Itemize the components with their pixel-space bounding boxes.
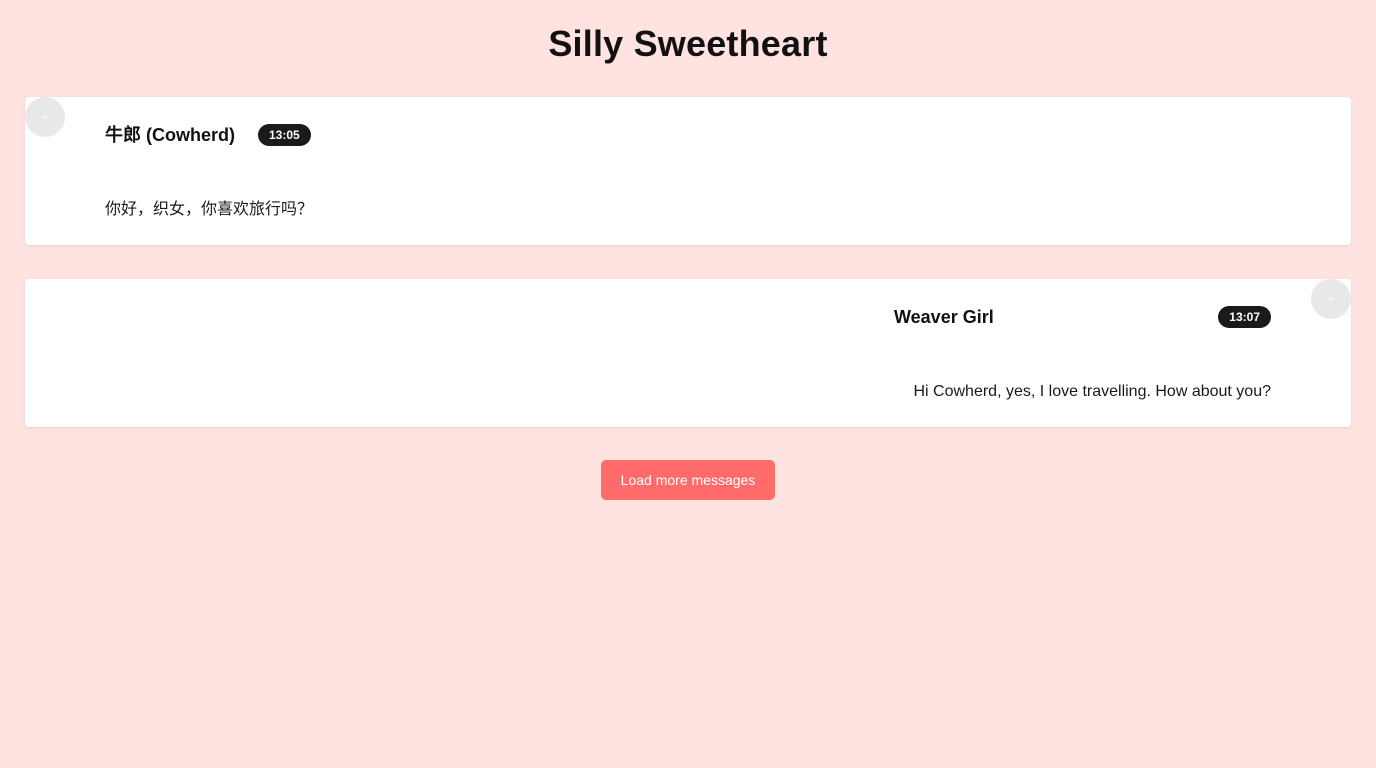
avatar-icon — [1311, 279, 1351, 319]
message-text: Hi Cowherd, yes, I love travelling. How … — [913, 383, 1271, 400]
message-sender: 牛郎 (Cowherd) — [105, 125, 235, 145]
load-more-button[interactable]: Load more messages — [601, 460, 775, 500]
page-title: Silly Sweetheart — [548, 23, 828, 64]
message-sender: Weaver Girl — [894, 307, 994, 327]
message-text: 你好，织女，你喜欢旅行吗？ — [105, 201, 314, 218]
message-card: 牛郎 (Cowherd) 13:05 你好，织女，你喜欢旅行吗？ — [25, 97, 1351, 245]
message-card: Weaver Girl 13:07 Hi Cowherd, yes, I lov… — [25, 279, 1351, 427]
avatar-icon — [25, 97, 65, 137]
message-time-badge: 13:05 — [258, 124, 311, 146]
message-time-badge: 13:07 — [1218, 306, 1271, 328]
